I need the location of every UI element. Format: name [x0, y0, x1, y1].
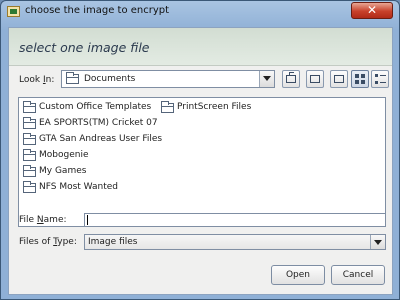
chevron-down-icon[interactable]: [259, 71, 274, 87]
cancel-button[interactable]: Cancel: [331, 265, 385, 285]
folder-icon: [23, 165, 36, 177]
dialog-content: select one image file Look In: Documents…: [8, 27, 393, 295]
list-item-label: GTA San Andreas User Files: [39, 134, 163, 144]
up-one-level-button[interactable]: [282, 70, 300, 88]
up-folder-icon: [286, 72, 296, 83]
details-view-button[interactable]: [371, 70, 389, 88]
header-band: select one image file: [9, 28, 392, 66]
close-button[interactable]: ✕: [351, 2, 393, 19]
folder-icon: [23, 149, 36, 161]
chevron-down-icon[interactable]: [370, 235, 385, 249]
folder-icon: [66, 72, 79, 84]
file-chooser-window: choose the image to encrypt ✕ select one…: [0, 0, 400, 300]
home-icon: [310, 75, 320, 83]
look-in-value: Documents: [84, 74, 136, 84]
dialog-heading: select one image file: [19, 40, 150, 55]
file-name-field[interactable]: [84, 213, 386, 227]
folder-icon: [161, 101, 174, 113]
file-list[interactable]: Custom Office Templates PrintScreen File…: [18, 97, 386, 227]
look-in-combo[interactable]: Documents: [61, 70, 275, 88]
list-item-label: EA SPORTS(TM) Cricket 07: [39, 118, 158, 128]
details-view-icon: [375, 74, 386, 85]
list-view-button[interactable]: [351, 70, 369, 88]
list-item-label: Mobogenie: [39, 150, 89, 160]
look-in-label: Look In:: [19, 75, 55, 85]
list-view-icon: [355, 74, 366, 85]
new-folder-icon: [334, 75, 344, 83]
app-icon: [7, 6, 20, 17]
folder-icon: [23, 117, 36, 129]
window-title: choose the image to encrypt: [25, 5, 170, 16]
folder-icon: [23, 181, 36, 193]
open-button[interactable]: Open: [271, 265, 325, 285]
folder-icon: [23, 133, 36, 145]
list-item-label: Custom Office Templates: [39, 102, 152, 112]
list-item-label: My Games: [39, 166, 87, 176]
file-type-combo[interactable]: Image files: [84, 234, 386, 250]
file-name-label: File Name:: [19, 215, 67, 225]
list-item-label: NFS Most Wanted: [39, 182, 118, 192]
folder-icon: [23, 101, 36, 113]
file-type-label: Files of Type:: [19, 237, 77, 247]
file-type-value: Image files: [88, 237, 138, 247]
title-bar[interactable]: choose the image to encrypt ✕: [1, 1, 399, 23]
home-button[interactable]: [306, 70, 324, 88]
list-item-label: PrintScreen Files: [177, 102, 252, 112]
new-folder-button[interactable]: [330, 70, 348, 88]
